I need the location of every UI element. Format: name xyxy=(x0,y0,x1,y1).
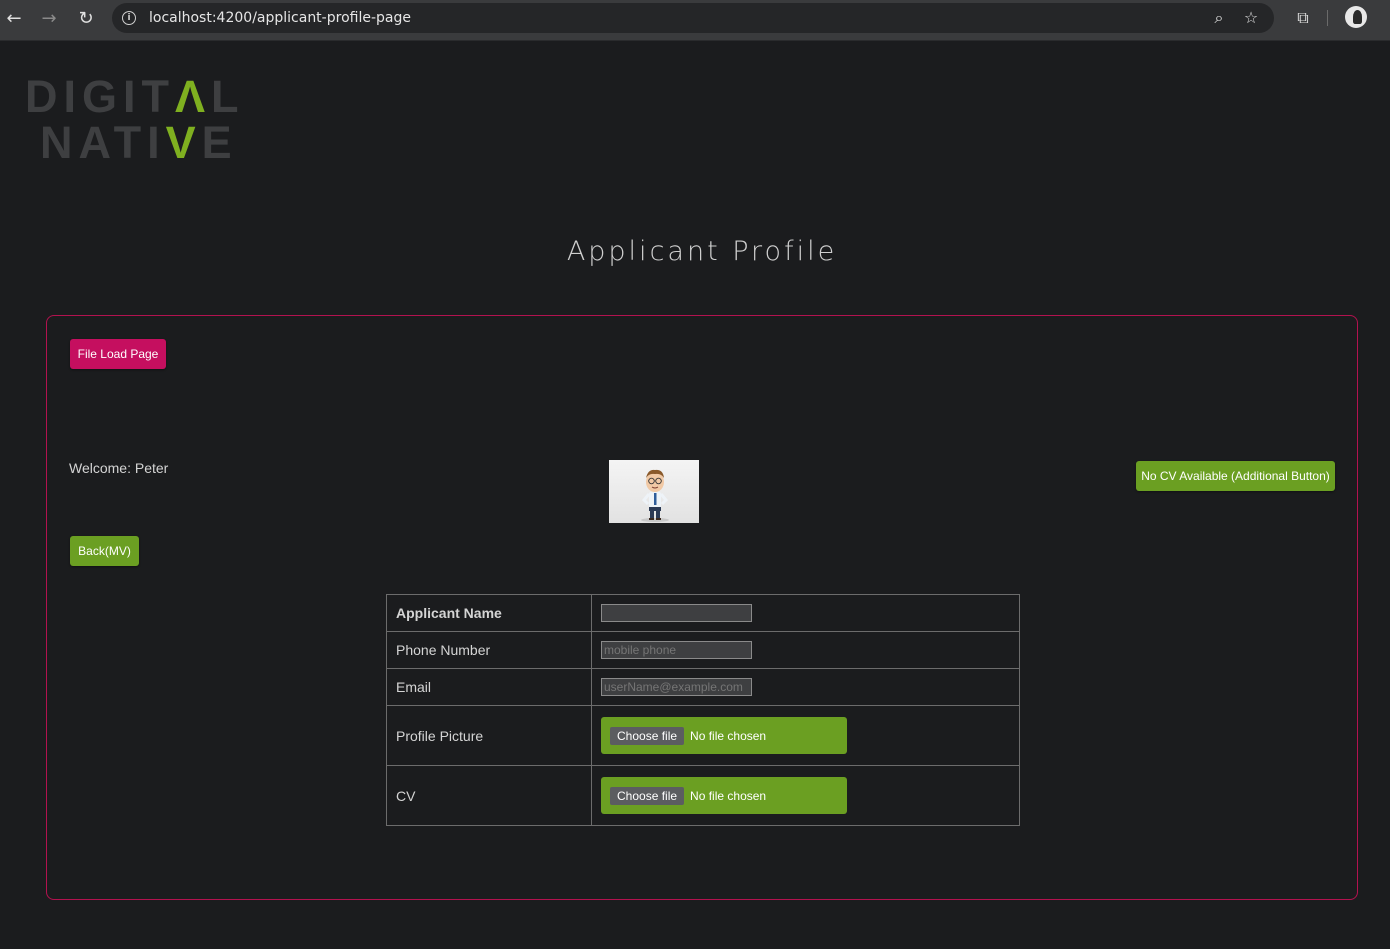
file-status-text: No file chosen xyxy=(690,788,767,803)
logo-line-2-text: NATI xyxy=(40,117,166,168)
phone-number-label: Phone Number xyxy=(386,631,592,669)
logo-line-1-end: L xyxy=(211,71,245,122)
zoom-icon[interactable]: ⌕ xyxy=(1208,7,1230,29)
applicant-form-table: Applicant Name Phone Number Email Profil… xyxy=(386,594,1020,826)
site-info-icon[interactable]: i xyxy=(122,11,136,25)
forward-arrow-icon[interactable]: → xyxy=(38,7,60,29)
extensions-icon[interactable]: ⧉ xyxy=(1292,7,1314,29)
digital-native-logo: DIGITΛL NATIVE xyxy=(25,74,255,166)
welcome-text: Welcome: Peter xyxy=(69,460,169,476)
table-cell xyxy=(591,594,1020,632)
table-row: Applicant Name xyxy=(386,594,1020,632)
logo-accent-a: Λ xyxy=(175,71,212,122)
email-label: Email xyxy=(386,668,592,706)
back-arrow-icon[interactable]: ← xyxy=(3,7,25,29)
page-title: Applicant Profile xyxy=(566,236,838,267)
table-cell xyxy=(591,668,1020,706)
cv-file-input[interactable]: Choose file No file chosen xyxy=(601,777,847,814)
table-row: CV Choose file No file chosen xyxy=(386,765,1020,826)
profile-picture-file-input[interactable]: Choose file No file chosen xyxy=(601,717,847,754)
table-cell: Choose file No file chosen xyxy=(591,705,1020,766)
logo-accent-v: V xyxy=(165,117,202,168)
choose-file-button[interactable]: Choose file xyxy=(610,786,685,805)
applicant-name-label: Applicant Name xyxy=(386,594,592,632)
back-button[interactable]: Back(MV) xyxy=(70,536,139,566)
cv-label: CV xyxy=(386,765,592,826)
address-bar[interactable]: i localhost:4200/applicant-profile-page … xyxy=(112,3,1274,33)
browser-toolbar: ← → ↻ i localhost:4200/applicant-profile… xyxy=(0,0,1390,41)
address-url[interactable]: localhost:4200/applicant-profile-page xyxy=(149,10,411,26)
reload-icon[interactable]: ↻ xyxy=(75,7,97,29)
phone-number-input[interactable] xyxy=(601,641,752,659)
table-row: Email xyxy=(386,668,1020,706)
table-row: Profile Picture Choose file No file chos… xyxy=(386,705,1020,766)
logo-line-2: NATIVE xyxy=(40,120,255,166)
no-cv-available-button[interactable]: No CV Available (Additional Button) xyxy=(1136,461,1335,491)
email-input[interactable] xyxy=(601,678,752,696)
logo-line-1-text: DIGIT xyxy=(25,71,175,122)
profile-picture-label: Profile Picture xyxy=(386,705,592,766)
cartoon-avatar-icon xyxy=(641,469,669,522)
table-row: Phone Number xyxy=(386,631,1020,669)
file-load-page-button[interactable]: File Load Page xyxy=(70,339,166,369)
profile-avatar-icon[interactable] xyxy=(1345,6,1367,28)
logo-line-2-end: E xyxy=(201,117,238,168)
choose-file-button[interactable]: Choose file xyxy=(610,726,685,745)
applicant-name-input[interactable] xyxy=(601,604,752,622)
table-cell xyxy=(591,631,1020,669)
table-cell: Choose file No file chosen xyxy=(591,765,1020,826)
bookmark-star-icon[interactable]: ☆ xyxy=(1240,7,1262,29)
logo-line-1: DIGITΛL xyxy=(25,74,255,120)
toolbar-divider xyxy=(1327,10,1328,26)
profile-picture xyxy=(609,460,699,523)
file-status-text: No file chosen xyxy=(690,728,767,743)
